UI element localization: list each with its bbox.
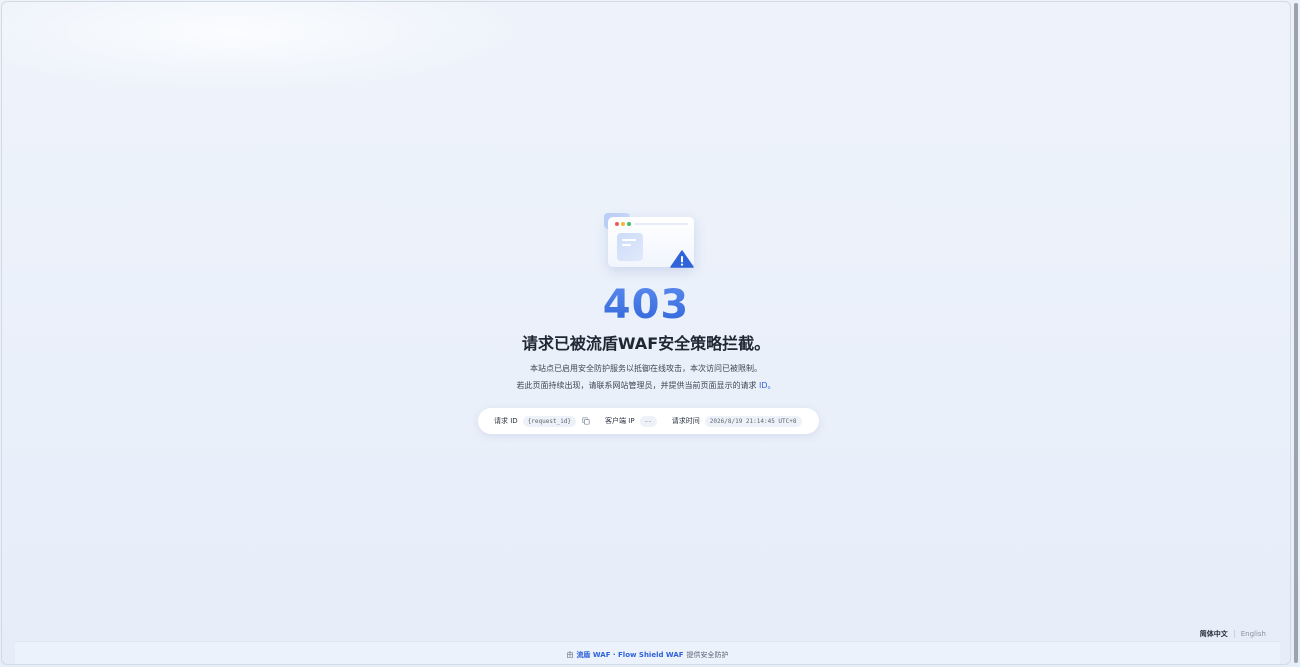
request-id-value: {request_id} <box>522 415 577 427</box>
document-icon <box>617 233 643 261</box>
client-ip-label: 客户端 IP <box>605 417 635 425</box>
language-option-zh[interactable]: 简体中文 <box>1200 629 1228 639</box>
description-line-1: 本站点已启用安全防护服务以抵御在线攻击，本次访问已被限制。 <box>530 364 762 373</box>
window-dot-yellow <box>621 222 625 226</box>
description-line-2-text: 若此页面持续出现，请联系网站管理员，并提供当前页面显示的请求 <box>516 381 757 390</box>
footer-prefix: 由 <box>566 650 574 659</box>
request-time-value: 2026/8/19 21:14:45 UTC+8 <box>704 415 802 427</box>
window-dot-red <box>615 222 619 226</box>
warning-triangle-icon <box>670 250 694 268</box>
description-line-2-id: ID。 <box>756 381 776 390</box>
description-line-2: 若此页面持续出现，请联系网站管理员，并提供当前页面显示的请求 ID。 <box>2 380 1290 392</box>
copy-icon[interactable] <box>582 417 590 425</box>
page-frame: 403 请求已被流盾WAF安全策略拦截。 本站点已启用安全防护服务以抵御在线攻击… <box>1 1 1291 665</box>
window-titlebar-line <box>634 223 688 225</box>
language-option-en[interactable]: English <box>1241 629 1266 639</box>
footer: 由 流盾 WAF · Flow Shield WAF 提供安全防护 <box>15 641 1280 664</box>
request-id-label: 请求 ID <box>494 417 518 425</box>
language-divider <box>1233 630 1235 638</box>
window-dot-green <box>627 222 631 226</box>
browser-window-icon <box>608 217 694 268</box>
language-switch: 简体中文 English <box>1200 629 1266 639</box>
client-ip-value: -- <box>639 415 657 427</box>
page-title: 请求已被流盾WAF安全策略拦截。 <box>521 334 771 353</box>
request-info-bar: 请求 ID {request_id} 客户端 IP -- 请求时间 2026/8… <box>478 408 819 434</box>
scrollbar[interactable] <box>1294 3 1298 663</box>
blocked-browser-illustration <box>602 211 702 273</box>
request-time-label: 请求时间 <box>671 417 700 425</box>
error-code: 403 <box>2 281 1290 329</box>
footer-brand-link[interactable]: 流盾 WAF · Flow Shield WAF <box>576 650 683 660</box>
footer-suffix: 提供安全防护 <box>686 650 729 659</box>
